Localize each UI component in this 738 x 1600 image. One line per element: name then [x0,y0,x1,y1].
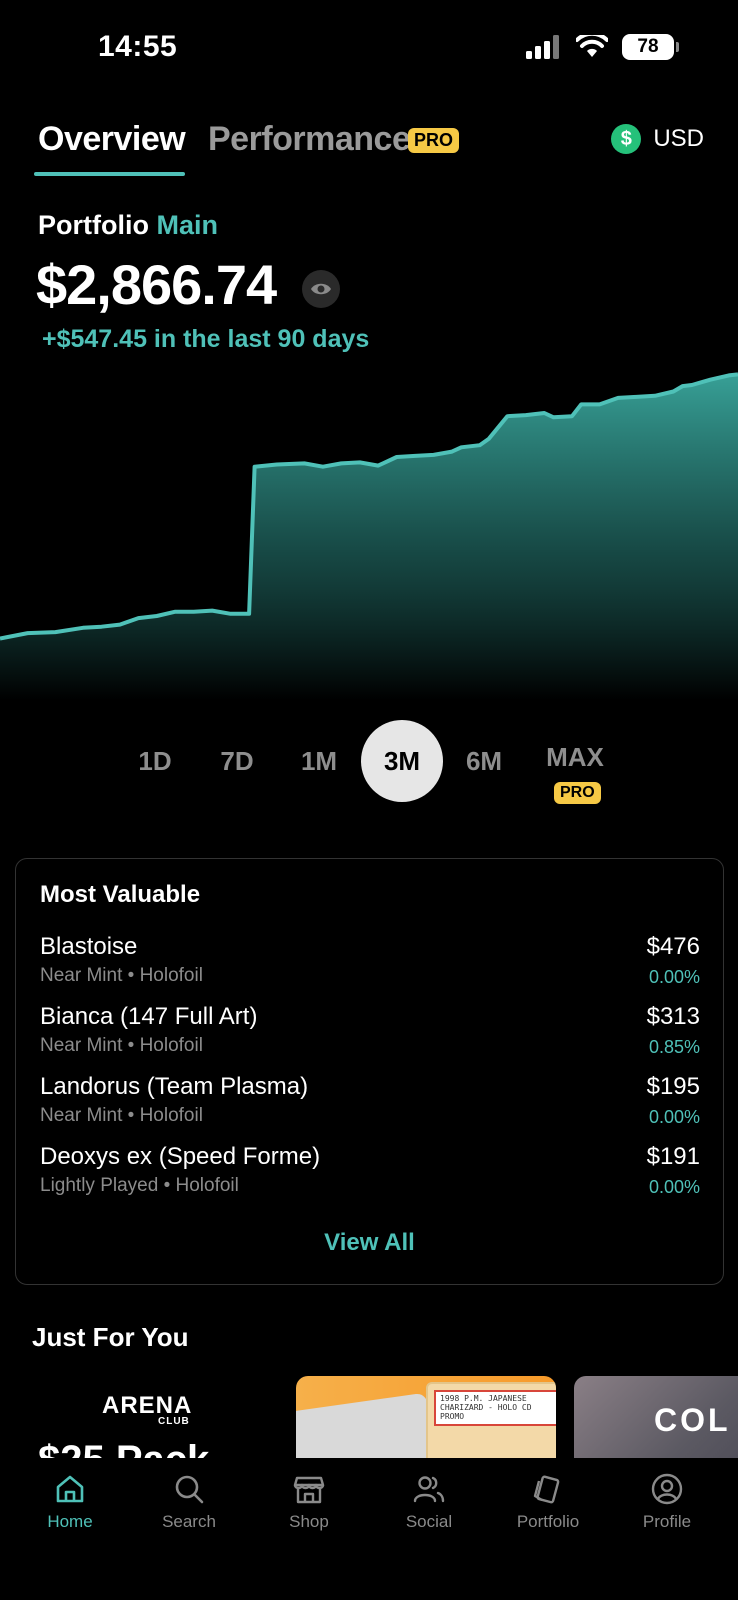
range-1m[interactable]: 1M [278,720,360,802]
range-1d[interactable]: 1D [114,720,196,802]
graded-slab-image: 1998 P.M. JAPANESE CHARIZARD - HOLO CD P… [426,1382,556,1458]
range-3m[interactable]: 3M [361,720,443,802]
item-condition: Near Mint • Holofoil [40,1105,203,1126]
nav-portfolio-label: Portfolio [516,1512,580,1531]
item-name: Bianca (147 Full Art) [40,1003,258,1030]
eye-icon [311,283,331,295]
collect-logo-text: COL [654,1402,731,1438]
signal-icon [526,35,559,59]
nav-social-label: Social [405,1512,453,1531]
portfolio-label-text: Portfolio [38,210,149,240]
just-for-you-title: Just For You [32,1322,189,1352]
performance-pro-badge: PRO [408,128,460,153]
arena-offer: $25 Pack [38,1438,209,1458]
item-change: 0.00% [648,967,700,987]
nav-profile[interactable]: Profile [617,1472,717,1532]
people-icon [413,1476,445,1503]
search-icon [175,1475,204,1504]
nav-shop[interactable]: Shop [259,1472,359,1532]
status-time: 14:55 [98,30,178,63]
chart-area [0,374,738,700]
item-condition: Lightly Played • Holofoil [40,1175,239,1196]
tab-overview[interactable]: Overview [38,120,186,159]
promo-graded-cards[interactable]: 1998 P.M. JAPANESE CHARIZARD - HOLO CD P… [296,1376,556,1458]
nav-social[interactable]: Social [379,1472,479,1532]
nav-search[interactable]: Search [139,1472,239,1532]
cards-icon [533,1475,560,1504]
wifi-icon [576,35,608,57]
status-icons: 78 [526,34,679,60]
portfolio-chart[interactable] [0,370,738,700]
portfolio-value: $2,866.74 [36,253,277,316]
item-change: 0.85% [648,1037,700,1057]
card-pack-image [296,1392,437,1458]
item-condition: Near Mint • Holofoil [40,965,203,986]
nav-shop-label: Shop [289,1512,329,1531]
arena-club-text: CLUB [158,1416,190,1427]
tab-active-indicator [34,172,185,176]
list-item[interactable]: Blastoise Near Mint • Holofoil $476 0.00… [40,933,700,993]
promo-carousel[interactable]: ARENA CLUB $25 Pack 1998 P.M. JAPANESE C… [0,1376,738,1458]
nav-search-label: Search [162,1512,216,1531]
item-price: $195 [646,1073,700,1100]
item-price: $313 [646,1003,700,1030]
item-price: $191 [646,1143,700,1170]
status-bar: 14:55 78 [0,0,738,100]
item-condition: Near Mint • Holofoil [40,1035,203,1056]
nav-home[interactable]: Home [20,1472,120,1532]
range-7d[interactable]: 7D [196,720,278,802]
item-name: Landorus (Team Plasma) [40,1073,309,1100]
tab-performance[interactable]: Performance [208,120,411,159]
item-change: 0.00% [648,1107,700,1127]
view-all-button[interactable]: View All [16,1229,723,1257]
list-item[interactable]: Deoxys ex (Speed Forme) Lightly Played •… [40,1143,700,1203]
dollar-icon: $ [611,124,642,154]
promo-arena-club[interactable]: ARENA CLUB $25 Pack [30,1376,270,1458]
item-name: Deoxys ex (Speed Forme) [40,1143,321,1170]
slab-label: 1998 P.M. JAPANESE CHARIZARD - HOLO CD P… [434,1390,556,1426]
store-icon [293,1476,325,1504]
portfolio-label[interactable]: Portfolio Main [38,210,218,241]
list-item[interactable]: Landorus (Team Plasma) Near Mint • Holof… [40,1073,700,1133]
top-tabs: Overview Performance PRO $ USD [34,120,704,180]
portfolio-name: Main [156,210,219,240]
item-price: $476 [646,933,700,960]
item-name: Blastoise [40,933,138,960]
profile-icon [651,1473,683,1505]
portfolio-change: +$547.45 in the last 90 days [42,325,370,353]
currency-label: USD [653,125,704,152]
range-selector: 1D 7D 1M 3M 6M MAX [0,720,738,810]
promo-collect[interactable]: COL [574,1376,738,1458]
item-change: 0.00% [648,1177,700,1197]
nav-home-label: Home [47,1512,93,1531]
max-pro-badge: PRO [554,782,601,804]
most-valuable-card: Most Valuable Blastoise Near Mint • Holo… [15,858,724,1285]
most-valuable-title: Most Valuable [40,881,201,908]
battery-icon: 78 [622,34,679,60]
nav-portfolio[interactable]: Portfolio [498,1472,598,1532]
list-item[interactable]: Bianca (147 Full Art) Near Mint • Holofo… [40,1003,700,1063]
currency-selector[interactable]: $ USD [611,124,704,154]
nav-profile-label: Profile [642,1512,692,1531]
home-icon [56,1475,84,1503]
bottom-nav: Home Search Shop Social Portfolio Profil… [0,1458,738,1600]
range-6m[interactable]: 6M [443,720,525,802]
hide-value-button[interactable] [302,270,340,308]
